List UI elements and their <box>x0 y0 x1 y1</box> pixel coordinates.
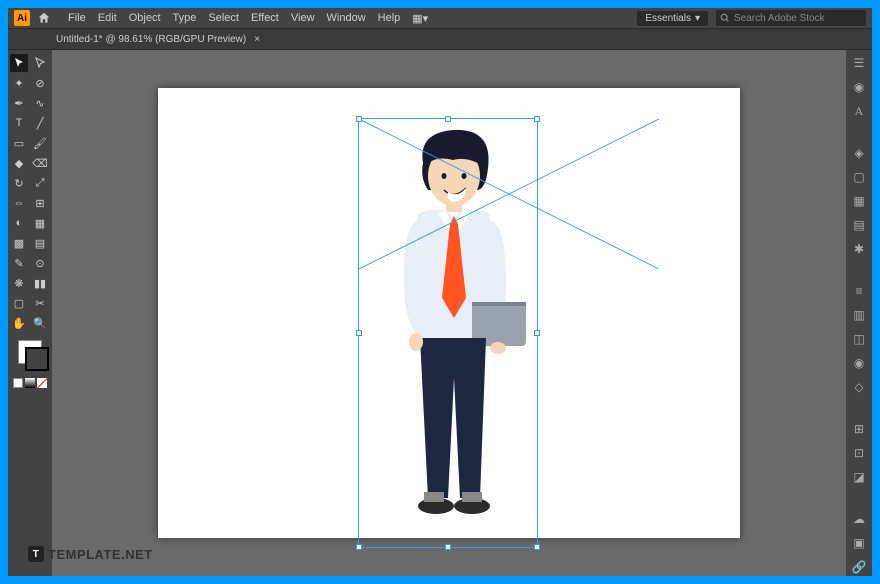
paintbrush-tool[interactable]: 🖌 <box>31 134 49 152</box>
layers-panel-icon[interactable]: ◈ <box>850 144 868 162</box>
right-panel-dock: ☰ ◉ A ◈ ▢ ▦ ▤ ✱ ≡ ▥ ◫ ◉ ◇ ⊞ ⊡ ◪ ☁ ▣ 🔗 <box>846 50 872 576</box>
direct-selection-tool[interactable] <box>31 54 49 72</box>
graphic-styles-panel-icon[interactable]: ◇ <box>850 378 868 396</box>
mesh-tool[interactable]: ▩ <box>10 234 28 252</box>
watermark: T TEMPLATE.NET <box>28 546 153 562</box>
eyedropper-tool[interactable]: ✎ <box>10 254 28 272</box>
selection-diagonals <box>359 119 659 269</box>
appearance-panel-icon[interactable]: ◉ <box>850 354 868 372</box>
color-mode-icon[interactable] <box>13 378 23 388</box>
properties-panel-icon[interactable]: ☰ <box>850 54 868 72</box>
document-tab[interactable]: Untitled-1* @ 98.61% (RGB/GPU Preview) × <box>48 34 268 45</box>
app-window: Ai File Edit Object Type Select Effect V… <box>8 8 872 576</box>
gradient-mode-icon[interactable] <box>25 378 35 388</box>
draw-mode-controls <box>13 378 47 388</box>
blend-tool[interactable]: ⊙ <box>31 254 49 272</box>
search-placeholder: Search Adobe Stock <box>734 13 825 24</box>
menu-view[interactable]: View <box>285 12 321 24</box>
arrange-docs-icon[interactable]: ▦▾ <box>406 12 434 25</box>
watermark-text: TEMPLATE.NET <box>48 547 153 562</box>
handle-bottom-center[interactable] <box>445 544 451 550</box>
color-swatch-area <box>10 340 50 388</box>
menu-select[interactable]: Select <box>202 12 245 24</box>
handle-middle-left[interactable] <box>356 330 362 336</box>
curvature-tool[interactable]: ∿ <box>31 94 49 112</box>
gradient-tool[interactable]: ▤ <box>31 234 49 252</box>
scale-tool[interactable]: ⤢ <box>31 174 49 192</box>
menu-file[interactable]: File <box>62 12 92 24</box>
eraser-tool[interactable]: ⌫ <box>31 154 49 172</box>
align-panel-icon[interactable]: ⊞ <box>850 420 868 438</box>
workspace-switcher[interactable]: Essentials ▾ <box>637 11 708 26</box>
workspace-body: ✦ ⊘ ✒ ∿ T ╱ ▭ 🖌 ◆ ⌫ ↻ ⤢ ⇔ ⊞ ◐ ▦ ▩ ▤ ✎ ⊙ … <box>8 50 872 576</box>
close-tab-icon[interactable]: × <box>254 34 260 45</box>
type-panel-icon[interactable]: A <box>850 102 868 120</box>
pen-tool[interactable]: ✒ <box>10 94 28 112</box>
lasso-tool[interactable]: ⊘ <box>31 74 49 92</box>
app-logo: Ai <box>14 10 30 26</box>
handle-bottom-left[interactable] <box>356 544 362 550</box>
gradient-panel-icon[interactable]: ▥ <box>850 306 868 324</box>
watermark-badge: T <box>28 546 44 562</box>
column-graph-tool[interactable]: ▮▮ <box>31 274 49 292</box>
menu-object[interactable]: Object <box>123 12 167 24</box>
handle-bottom-right[interactable] <box>534 544 540 550</box>
links-panel-icon[interactable]: 🔗 <box>850 558 868 576</box>
symbols-panel-icon[interactable]: ✱ <box>850 240 868 258</box>
perspective-grid-tool[interactable]: ▦ <box>31 214 49 232</box>
handle-top-center[interactable] <box>445 116 451 122</box>
zoom-tool[interactable]: 🔍 <box>31 314 49 332</box>
free-transform-tool[interactable]: ⊞ <box>31 194 49 212</box>
rectangle-tool[interactable]: ▭ <box>10 134 28 152</box>
selection-tool[interactable] <box>10 54 28 72</box>
asset-export-panel-icon[interactable]: ▣ <box>850 534 868 552</box>
pathfinder-panel-icon[interactable]: ◪ <box>850 468 868 486</box>
stroke-color-swatch[interactable] <box>25 347 49 371</box>
menu-edit[interactable]: Edit <box>92 12 123 24</box>
menu-help[interactable]: Help <box>372 12 407 24</box>
slice-tool[interactable]: ✂ <box>31 294 49 312</box>
menu-effect[interactable]: Effect <box>245 12 285 24</box>
menu-type[interactable]: Type <box>167 12 203 24</box>
workspace-label: Essentials <box>645 13 691 24</box>
fill-color-swatch[interactable] <box>18 340 42 364</box>
transparency-panel-icon[interactable]: ◫ <box>850 330 868 348</box>
none-mode-icon[interactable] <box>37 378 47 388</box>
menubar: Ai File Edit Object Type Select Effect V… <box>8 8 872 29</box>
search-input[interactable]: Search Adobe Stock <box>716 10 866 26</box>
chevron-down-icon: ▾ <box>695 13 700 24</box>
stroke-panel-icon[interactable]: ≡ <box>850 282 868 300</box>
line-tool[interactable]: ╱ <box>31 114 49 132</box>
menu-window[interactable]: Window <box>321 12 372 24</box>
brushes-panel-icon[interactable]: ▤ <box>850 216 868 234</box>
artboard <box>158 88 740 538</box>
rotate-tool[interactable]: ↻ <box>10 174 28 192</box>
magic-wand-tool[interactable]: ✦ <box>10 74 28 92</box>
handle-top-left[interactable] <box>356 116 362 122</box>
home-icon[interactable] <box>36 10 52 26</box>
search-icon <box>720 13 730 23</box>
symbol-sprayer-tool[interactable]: ❋ <box>10 274 28 292</box>
hand-tool[interactable]: ✋ <box>10 314 28 332</box>
handle-middle-right[interactable] <box>534 330 540 336</box>
shape-builder-tool[interactable]: ◐ <box>10 214 28 232</box>
selection-bounding-box[interactable] <box>358 118 538 548</box>
handle-top-right[interactable] <box>534 116 540 122</box>
canvas-area[interactable] <box>52 50 846 576</box>
width-tool[interactable]: ⇔ <box>10 194 28 212</box>
type-tool[interactable]: T <box>10 114 28 132</box>
document-tabs: Untitled-1* @ 98.61% (RGB/GPU Preview) × <box>8 29 872 50</box>
tools-panel: ✦ ⊘ ✒ ∿ T ╱ ▭ 🖌 ◆ ⌫ ↻ ⤢ ⇔ ⊞ ◐ ▦ ▩ ▤ ✎ ⊙ … <box>8 50 52 576</box>
swatches-panel-icon[interactable]: ▦ <box>850 192 868 210</box>
libraries-panel-icon[interactable]: ☁ <box>850 510 868 528</box>
artboard-tool[interactable]: ▢ <box>10 294 28 312</box>
document-tab-label: Untitled-1* @ 98.61% (RGB/GPU Preview) <box>56 34 246 45</box>
transform-panel-icon[interactable]: ⊡ <box>850 444 868 462</box>
shaper-tool[interactable]: ◆ <box>10 154 28 172</box>
color-panel-icon[interactable]: ◉ <box>850 78 868 96</box>
artboards-panel-icon[interactable]: ▢ <box>850 168 868 186</box>
